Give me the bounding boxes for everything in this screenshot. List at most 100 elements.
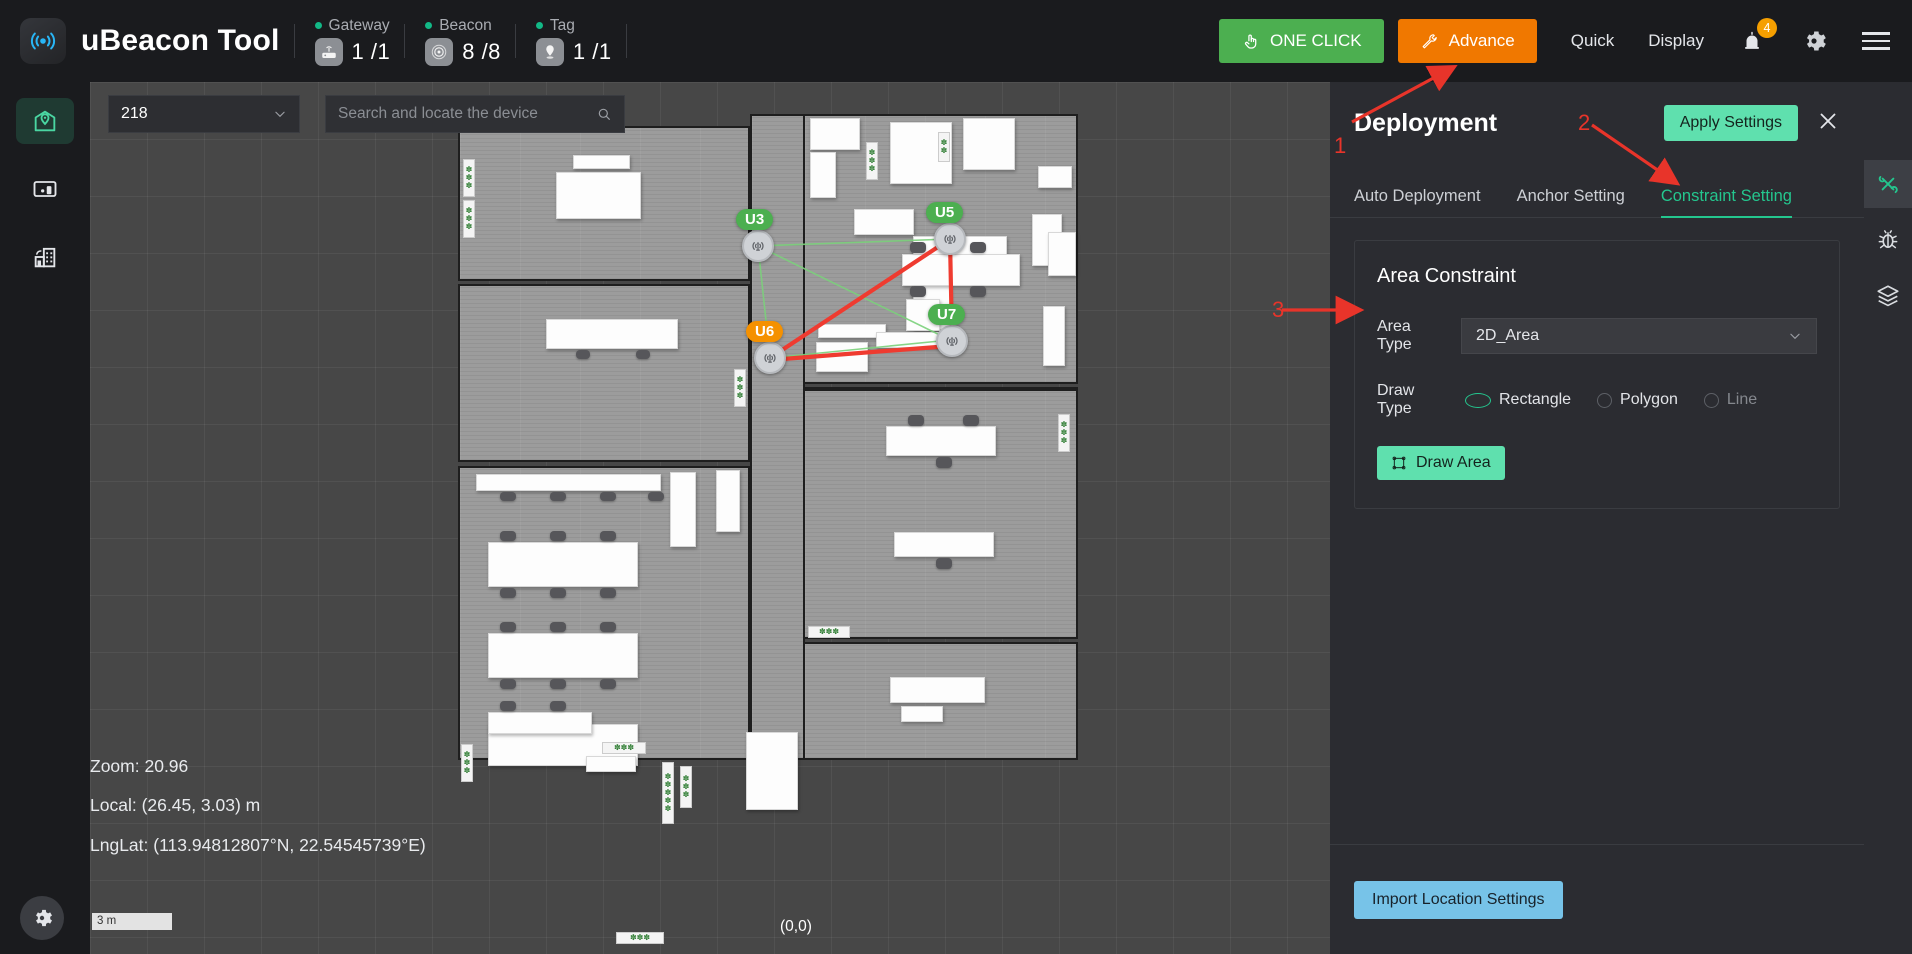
card-title: Area Constraint [1377, 265, 1516, 287]
beacon-signal-icon [30, 32, 56, 50]
divider [404, 24, 406, 58]
layers-icon [1877, 285, 1899, 307]
area-type-value: 2D_Area [1476, 327, 1540, 344]
floor-plan[interactable]: ✽ ✽ ✽ ✽ ✽ ✽ ✽ ✽ ✽ ✽✽✽ ✽ ✽ ✽ ✽ ✽ ✽ ✽ ✽ ✽✽… [458, 114, 1203, 944]
lnglat-info: LngLat: (113.94812807°N, 22.54545739°E) [90, 834, 426, 855]
area-constraint-card: Area Constraint Area Type 2D_Area Draw T… [1354, 240, 1840, 509]
chevron-down-icon [1790, 333, 1800, 340]
radio-line[interactable]: Line [1703, 391, 1757, 409]
anchor-node-U3[interactable] [742, 230, 774, 262]
map-scale-bar: 3 m [92, 913, 172, 930]
close-panel-button[interactable] [1816, 109, 1840, 138]
display-menu[interactable]: Display [1648, 31, 1704, 51]
apply-settings-button[interactable]: Apply Settings [1663, 105, 1798, 141]
panel-footer: Import Location Settings [1330, 844, 1864, 954]
link-layer [757, 236, 955, 363]
one-click-button[interactable]: ONE CLICK [1218, 19, 1384, 63]
local-label: Local: [90, 795, 137, 815]
sidebar-item-building[interactable] [16, 234, 74, 280]
settings-button[interactable] [1800, 27, 1828, 55]
radio-rectangle[interactable]: Rectangle [1465, 391, 1571, 409]
status-dot [314, 22, 322, 29]
right-sidebar [1864, 82, 1912, 954]
close-icon [1820, 113, 1836, 128]
wrench-icon [1422, 33, 1437, 48]
node-label-U6[interactable]: U6 [746, 321, 784, 342]
anchor-node-U7[interactable] [936, 325, 968, 357]
radio-indicator [1465, 392, 1491, 408]
node-label-U5[interactable]: U5 [926, 202, 964, 223]
map-origin-label: (0,0) [780, 918, 812, 935]
map-canvas[interactable]: 218 ✽✽✽ ✽✽✽ ✽✽✽ [90, 82, 1330, 954]
building-icon [34, 247, 56, 268]
advance-button[interactable]: Advance [1397, 19, 1537, 63]
rail-item-tools[interactable] [1864, 160, 1912, 208]
alarm-button[interactable]: 4 [1738, 18, 1777, 55]
radio-polygon[interactable]: Polygon [1597, 391, 1678, 409]
annotation-number-2: 2 [1578, 110, 1591, 135]
draw-area-button[interactable]: Draw Area [1377, 446, 1505, 480]
sidebar-item-devices[interactable] [16, 166, 74, 212]
search-icon[interactable] [596, 106, 612, 122]
stat-gateway: Gateway 1 /1 [314, 9, 391, 73]
anchor-icon [944, 235, 956, 244]
tools-icon [1878, 176, 1898, 194]
stat-label: Gateway [328, 16, 390, 34]
area-type-label: Area Type [1377, 318, 1412, 353]
node-label-U7[interactable]: U7 [928, 304, 966, 325]
node-label-U3[interactable]: U3 [736, 209, 774, 230]
advance-label: Advance [1448, 31, 1515, 50]
area-type-select[interactable]: 2D_Area [1461, 318, 1817, 354]
beacon-icon [425, 37, 454, 66]
app-logo [20, 18, 66, 64]
one-click-label: ONE CLICK [1269, 31, 1362, 50]
radio-label: Rectangle [1499, 391, 1572, 408]
lnglat-value: (113.94812807°N, 22.54545739°E) [153, 834, 426, 855]
plant: ✽ ✽ ✽ ✽ ✽ [662, 762, 674, 824]
annotation-number-3: 3 [1272, 297, 1285, 322]
quick-menu[interactable]: Quick [1571, 31, 1614, 51]
zoom-value: 20.96 [144, 755, 189, 776]
radio-label: Polygon [1620, 391, 1678, 408]
app-title: uBeacon Tool [81, 24, 280, 57]
sidebar-item-location-map[interactable] [16, 98, 74, 144]
local-info: Local: (26.45, 3.03) m [90, 795, 426, 815]
map-toolbar: 218 [108, 95, 625, 133]
hand-click-icon [1244, 34, 1257, 49]
draw-rectangle-icon [1392, 456, 1406, 470]
zoom-label: Zoom: [90, 755, 140, 776]
import-location-settings-button[interactable]: Import Location Settings [1354, 880, 1563, 919]
stat-count: 1 /1 [351, 38, 391, 64]
anchor-icon [946, 337, 958, 346]
rail-item-layers[interactable] [1864, 272, 1912, 320]
gear-icon [36, 909, 52, 927]
divider [293, 24, 295, 58]
stat-count: 1 /1 [572, 38, 612, 64]
status-dot [535, 22, 543, 29]
stat-label: Tag [549, 16, 575, 34]
device-search[interactable] [325, 95, 625, 133]
tab-constraint-setting[interactable]: Constraint Setting [1660, 187, 1793, 218]
alarm-badge: 4 [1757, 18, 1777, 38]
search-input[interactable] [338, 105, 596, 123]
anchor-node-U6[interactable] [754, 342, 786, 374]
draw-type-label: Draw Type [1377, 382, 1415, 417]
site-select[interactable]: 218 [108, 95, 300, 133]
bug-icon [1878, 230, 1898, 249]
panel-title: Deployment [1354, 108, 1498, 137]
rail-item-debug[interactable] [1864, 216, 1912, 264]
status-dot [425, 22, 433, 29]
lnglat-label: LngLat: [90, 834, 149, 855]
tag-pin-icon [535, 37, 564, 66]
map-info-overlay: Zoom: 20.96 Local: (26.45, 3.03) m LngLa… [90, 755, 426, 877]
anchor-node-U5[interactable] [934, 223, 966, 255]
tab-anchor-setting[interactable]: Anchor Setting [1517, 187, 1625, 217]
stat-count: 8 /8 [462, 38, 501, 64]
tab-auto-deployment[interactable]: Auto Deployment [1354, 187, 1481, 217]
stat-label: Beacon [439, 16, 492, 34]
plant: ✽✽✽ [616, 932, 664, 944]
anchor-icon [764, 354, 776, 363]
radio-indicator [1597, 392, 1613, 408]
map-settings-button[interactable] [20, 896, 64, 940]
hamburger-menu-icon[interactable] [1862, 32, 1890, 50]
